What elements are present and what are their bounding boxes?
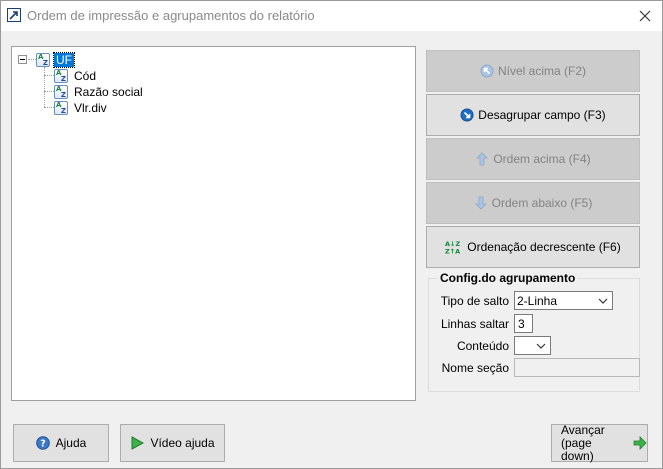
chevron-down-icon [598, 298, 608, 304]
order-up-button[interactable]: Ordem acima (F4) [426, 138, 640, 180]
tree-node-label: Vlr.div [74, 101, 107, 115]
arrow-down-right-icon [460, 108, 474, 122]
svg-text:?: ? [40, 439, 46, 450]
tree-connector [28, 59, 36, 60]
content-label: Conteúdo [456, 339, 509, 353]
arrow-up-left-icon [480, 64, 494, 78]
sort-descending-button[interactable]: A↓Z Z↑A Ordenação decrescente (F6) [426, 226, 640, 268]
app-icon [7, 8, 21, 22]
sort-az-icon: AZ [54, 69, 68, 83]
next-button[interactable]: Avançar (page down) [551, 422, 648, 463]
level-up-button[interactable]: Nível acima (F2) [426, 50, 640, 92]
sort-az-icon: AZ [54, 101, 68, 115]
arrow-down-icon [474, 196, 488, 210]
section-name-input[interactable] [514, 358, 640, 377]
sort-az-icon: AZ [54, 85, 68, 99]
svg-text:Z↑A: Z↑A [445, 248, 460, 255]
play-icon [130, 436, 145, 450]
section-name-label: Nome seção [441, 361, 509, 375]
help-icon: ? [35, 436, 50, 450]
jump-type-select[interactable]: 2-Linha [514, 291, 613, 310]
tree-connector [44, 91, 54, 92]
order-down-button[interactable]: Ordem abaixo (F5) [426, 182, 640, 224]
close-button[interactable] [628, 1, 662, 31]
arrow-right-icon [633, 436, 647, 450]
tree-collapse-toggle[interactable] [18, 55, 27, 64]
lines-skip-input[interactable]: 3 [514, 314, 533, 333]
lines-skip-label: Linhas saltar [440, 317, 509, 331]
tree-node[interactable]: AZ Cód [54, 68, 98, 84]
tree-node-root[interactable]: AZ UF [36, 52, 75, 68]
title-bar: Ordem de impressão e agrupamentos do rel… [1, 1, 662, 31]
tree-node-label: Cód [74, 69, 97, 83]
chevron-down-icon [536, 343, 546, 349]
jump-type-label: Tipo de salto [440, 294, 509, 308]
dialog-window: Ordem de impressão e agrupamentos do rel… [0, 0, 663, 469]
tree-node[interactable]: AZ Vlr.div [54, 100, 109, 116]
video-help-button[interactable]: Vídeo ajuda [120, 424, 225, 462]
help-button[interactable]: ? Ajuda [13, 424, 109, 462]
tree-node[interactable]: AZ Razão social [54, 84, 145, 100]
ungroup-field-button[interactable]: Desagrupar campo (F3) [426, 94, 640, 136]
tree-connector [44, 67, 45, 107]
tree-node-label: UF [53, 52, 75, 68]
tree-node-label: Razão social [74, 85, 143, 99]
tree-connector [44, 75, 54, 76]
content-select[interactable] [514, 336, 551, 355]
sort-az-icon: AZ [36, 53, 50, 67]
next-button-label: Avançar (page down) [561, 422, 605, 463]
group-config-legend: Config.do agrupamento [437, 271, 579, 285]
sort-descending-icon: A↓Z Z↑A [445, 240, 463, 254]
window-title: Ordem de impressão e agrupamentos do rel… [27, 8, 315, 23]
group-tree[interactable]: AZ UF AZ Cód AZ Razão social AZ Vlr.div [11, 46, 416, 401]
arrow-up-icon [475, 152, 489, 166]
close-icon [639, 10, 651, 22]
tree-connector [44, 107, 54, 108]
